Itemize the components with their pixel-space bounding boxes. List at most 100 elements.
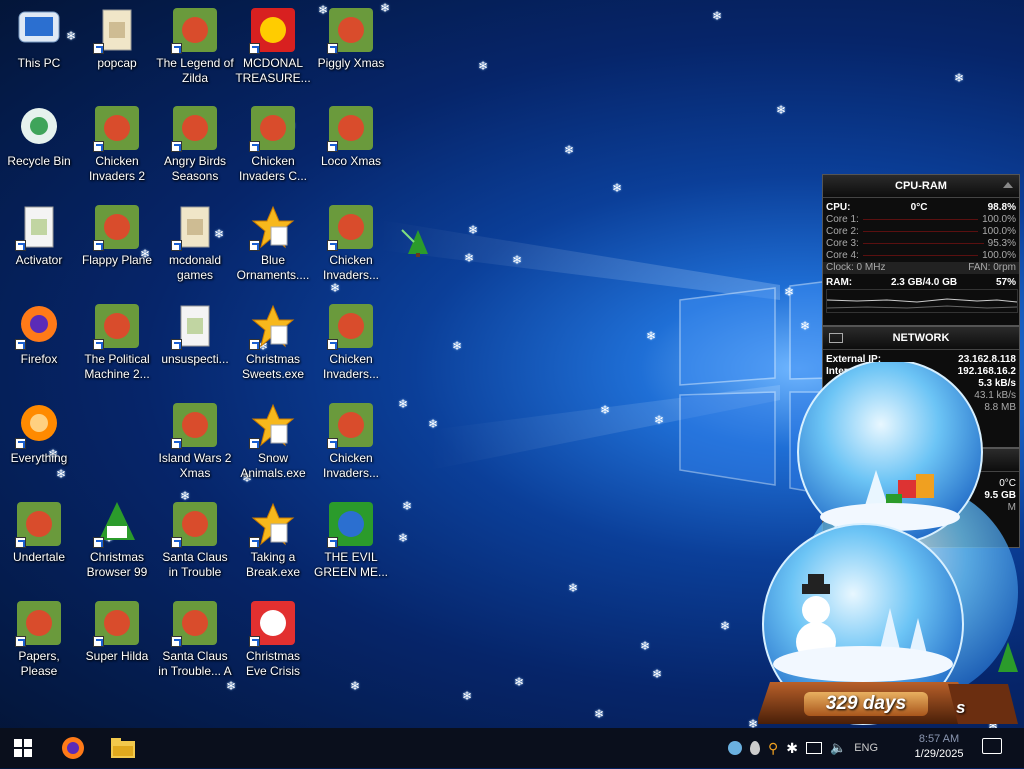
search-tray-icon[interactable]: ⚲ <box>768 740 778 757</box>
people-tray-icon[interactable] <box>728 741 742 755</box>
desktop-icon-label: Chicken Invaders... <box>322 352 380 381</box>
desktop-icon[interactable]: THE EVIL GREEN ME... <box>312 500 390 580</box>
game-icon <box>93 104 141 152</box>
desktop-icon-label: popcap <box>97 56 137 70</box>
desktop-icon[interactable]: Everything <box>0 401 78 466</box>
snowflake-icon: ❄ <box>478 59 489 73</box>
desktop-icon[interactable]: Island Wars 2 Xmas <box>156 401 234 481</box>
desktop-icon[interactable]: Loco Xmas <box>312 104 390 169</box>
tree-icon <box>93 500 141 548</box>
taskbar-firefox[interactable] <box>50 728 96 768</box>
desktop-icon[interactable]: Super Hilda <box>78 599 156 664</box>
desktop-icon-label: Christmas Browser 99 <box>86 550 148 579</box>
game-icon <box>171 401 219 449</box>
core-label: Core 2: <box>826 226 859 237</box>
desktop-icon[interactable]: Santa Claus in Trouble... A <box>156 599 234 679</box>
desktop-icon[interactable]: Chicken Invaders C... <box>234 104 312 184</box>
network-tray-icon[interactable] <box>806 742 822 754</box>
core-list: Core 1: 100.0% Core 2: 100.0% Core 3: 95.3% Co… <box>823 214 1019 262</box>
desktop-icon-label: The Political Machine 2... <box>84 352 150 381</box>
firefox-icon <box>62 737 84 759</box>
shortcut-arrow-icon <box>249 636 260 647</box>
desktop-icon-label: Santa Claus in Trouble <box>162 550 228 579</box>
shortcut-arrow-icon <box>15 537 26 548</box>
tray-date: 1/29/2025 <box>914 748 964 760</box>
desktop-icon-label: Chicken Invaders... <box>322 253 380 282</box>
puzzle-icon <box>249 500 297 548</box>
tray-clock[interactable]: 8:57 AM 1/29/2025 <box>906 732 972 762</box>
notification-button[interactable] <box>982 738 1002 754</box>
desktop-icon[interactable]: Taking a Break.exe <box>234 500 312 580</box>
desktop-icon-label: Chicken Invaders... <box>322 451 380 480</box>
clock-label: Clock: 0 MHz <box>826 262 886 273</box>
ram-label: RAM: <box>826 277 853 288</box>
shortcut-arrow-icon <box>15 438 26 449</box>
droplet-tray-icon[interactable] <box>750 741 760 755</box>
cpu-ram-gadget[interactable]: CPU-RAM CPU: 0°C 98.8% Core 1: 100.0% Core… <box>822 174 1020 326</box>
desktop-icon[interactable]: Activator <box>0 203 78 268</box>
start-button[interactable] <box>0 728 46 768</box>
snowflake-icon: ❄ <box>720 619 731 633</box>
desktop-icon-label: Chicken Invaders 2 <box>88 154 146 183</box>
fan-label: FAN: 0rpm <box>968 262 1016 273</box>
core-value: 100.0% <box>982 226 1016 237</box>
desktop-icon[interactable]: Chicken Invaders... <box>312 302 390 382</box>
desktop-icon[interactable]: Chicken Invaders... <box>312 401 390 481</box>
tray-time: 8:57 AM <box>918 733 960 745</box>
snowglobe-widget[interactable]: 329 days s <box>756 359 1020 736</box>
snowglobe-art <box>756 359 1018 725</box>
snowflake-icon: ❄ <box>646 329 657 343</box>
desktop-icon[interactable]: Snow Animals.exe <box>234 401 312 481</box>
desktop-icon[interactable]: Christmas Eve Crisis <box>234 599 312 679</box>
shortcut-arrow-icon <box>327 141 338 152</box>
snowflake-icon: ❄ <box>564 143 575 157</box>
snowflake-icon: ❄ <box>712 9 723 23</box>
snowflake-icon: ❄ <box>398 531 409 545</box>
core-label: Core 1: <box>826 214 859 225</box>
desktop-icon[interactable]: Flappy Plane <box>78 203 156 268</box>
desktop-icon[interactable]: Angry Birds Seasons <box>156 104 234 184</box>
desktop-icon[interactable]: MCDONAL TREASURE... <box>234 6 312 86</box>
desktop-icon[interactable]: Christmas Sweets.exe <box>234 302 312 382</box>
language-indicator[interactable]: ENG <box>854 742 878 754</box>
desktop-icon[interactable]: mcdonald games <box>156 203 234 283</box>
desktop-icon[interactable]: popcap <box>78 6 156 71</box>
desktop-icon[interactable]: Chicken Invaders 2 <box>78 104 156 184</box>
desktop-icon-label: Activator <box>15 253 63 267</box>
desktop-icon[interactable]: Santa Claus in Trouble <box>156 500 234 580</box>
core-bar <box>862 231 979 232</box>
game-icon <box>15 599 63 647</box>
shortcut-arrow-icon <box>249 339 260 350</box>
desktop-icon[interactable]: Chicken Invaders... <box>312 203 390 283</box>
asterisk-tray-icon[interactable]: ✱ <box>786 740 798 757</box>
shortcut-arrow-icon <box>249 141 260 152</box>
volume-tray-icon[interactable]: 🔈 <box>830 740 846 756</box>
game-icon <box>171 6 219 54</box>
desktop-icon[interactable]: This PC <box>0 6 78 71</box>
desktop-icon[interactable]: Piggly Xmas <box>312 6 390 71</box>
taskbar-file-explorer[interactable] <box>100 728 146 768</box>
desktop-icon-label: Everything <box>10 451 68 465</box>
core-row: Core 3: 95.3% <box>823 238 1019 250</box>
shortcut-arrow-icon <box>171 636 182 647</box>
desktop-icon[interactable]: unsuspecti... <box>156 302 234 367</box>
desktop-icon[interactable]: Recycle Bin <box>0 104 78 169</box>
desktop-icon[interactable]: The Political Machine 2... <box>78 302 156 382</box>
desktop-icon[interactable]: Undertale <box>0 500 78 565</box>
file-icon <box>15 203 63 251</box>
snowflake-icon: ❄ <box>594 707 605 721</box>
core-bar <box>862 243 984 244</box>
snowflake-icon: ❄ <box>468 223 479 237</box>
desktop-icon-label: Firefox <box>20 352 58 366</box>
game-icon <box>327 302 375 350</box>
desktop-icon-label: THE EVIL GREEN ME... <box>313 550 388 579</box>
desktop-icon[interactable]: Christmas Browser 99 <box>78 500 156 580</box>
desktop-icon[interactable]: Papers, Please <box>0 599 78 679</box>
desktop-icon[interactable]: Blue Ornaments.... <box>234 203 312 283</box>
desktop-icon[interactable]: Firefox <box>0 302 78 367</box>
collapse-icon[interactable] <box>1003 182 1013 188</box>
christmas-tree-cursor-icon <box>400 228 430 258</box>
mcdonalds-icon <box>249 6 297 54</box>
snowflake-icon: ❄ <box>800 319 811 333</box>
desktop-icon[interactable]: The Legend of Zilda <box>156 6 234 86</box>
